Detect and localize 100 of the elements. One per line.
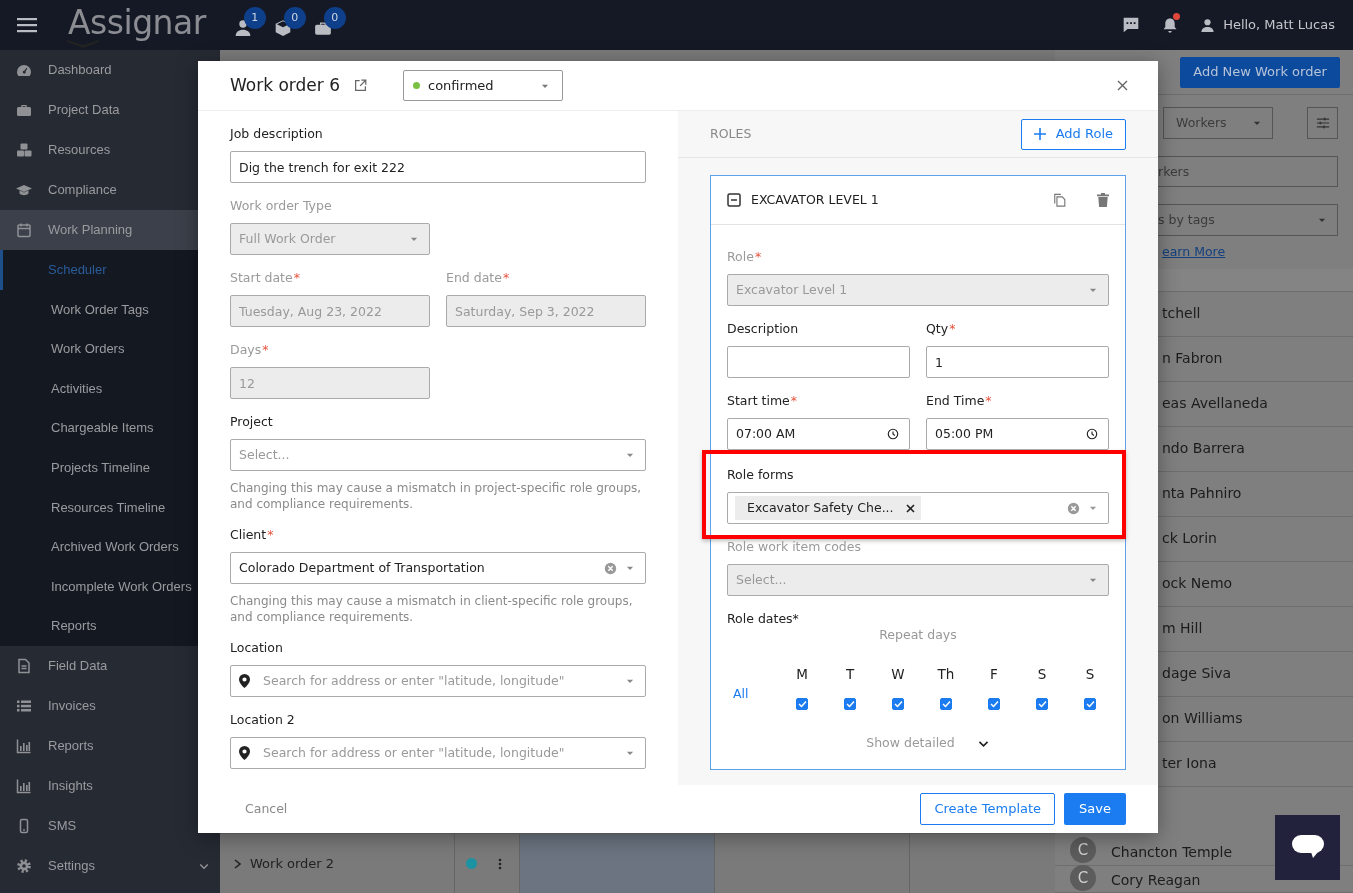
user-icon[interactable] xyxy=(1200,17,1216,33)
checkbox[interactable] xyxy=(892,698,904,711)
filter-select[interactable]: Workers xyxy=(1163,107,1273,139)
checkbox[interactable] xyxy=(1036,698,1048,711)
multi-select-field[interactable]: Excavator Safety Che... xyxy=(727,492,1109,524)
trash-icon[interactable] xyxy=(1097,193,1109,207)
sidebar-item[interactable]: Dashboard xyxy=(0,50,220,90)
section-title: ROLES xyxy=(710,124,752,143)
sidebar-item[interactable]: Compliance xyxy=(0,170,220,210)
time-field[interactable]: 07:00 AM xyxy=(727,418,910,450)
create-template-button[interactable]: Create Template xyxy=(920,793,1056,825)
sidebar-item[interactable]: Field Data xyxy=(0,645,220,686)
bell-icon[interactable] xyxy=(1162,16,1179,34)
plus-icon xyxy=(1033,128,1046,140)
status-select[interactable]: confirmed xyxy=(403,70,563,101)
checkbox[interactable] xyxy=(1084,698,1096,711)
role-title: EXCAVATOR LEVEL 1 xyxy=(751,190,880,209)
worker-name: ock Nemo xyxy=(1162,574,1233,594)
chevron-right-icon[interactable] xyxy=(233,858,241,869)
worker-name: Cory Reagan xyxy=(1111,871,1201,890)
select-all-link[interactable]: All xyxy=(733,684,749,704)
clear-icon[interactable] xyxy=(1067,501,1080,515)
field-label: Role forms xyxy=(727,467,795,483)
select-field[interactable]: Select... xyxy=(230,439,646,471)
gauge-icon xyxy=(16,62,32,78)
add-work-order-button[interactable]: Add New Work order xyxy=(1180,56,1340,88)
field-label: Qty* xyxy=(926,321,957,337)
day-label: S xyxy=(1037,665,1047,684)
filter-settings-button[interactable] xyxy=(1307,107,1338,139)
field-label: Work order Type xyxy=(230,198,333,214)
field-label: Location xyxy=(230,640,284,656)
sidebar-item[interactable]: SMS xyxy=(0,805,220,846)
close-icon[interactable] xyxy=(1117,80,1128,91)
sidebar-item[interactable]: Invoices xyxy=(0,685,220,726)
add-role-button[interactable]: Add Role xyxy=(1020,118,1126,150)
sidebar-item[interactable]: Project Data xyxy=(0,90,220,130)
checkbox[interactable] xyxy=(988,698,1000,711)
clear-icon[interactable] xyxy=(604,561,617,575)
field-label: Job description xyxy=(230,126,324,142)
save-button[interactable]: Save xyxy=(1064,793,1126,825)
document-icon xyxy=(16,657,32,674)
checkbox[interactable] xyxy=(844,698,856,711)
cancel-button[interactable]: Cancel xyxy=(245,799,288,819)
field-label: Description xyxy=(727,321,800,337)
day-label: W xyxy=(891,665,905,684)
remove-icon[interactable] xyxy=(905,503,915,513)
worker-name: nta Pahniro xyxy=(1162,484,1242,504)
show-detailed-toggle[interactable]: Show detailed xyxy=(866,734,955,753)
chat-icon[interactable] xyxy=(1122,16,1141,34)
briefcase-icon xyxy=(16,102,32,118)
worker-name: ndo Barrera xyxy=(1162,439,1245,459)
select-field[interactable]: Colorado Department of Transportation xyxy=(230,552,646,584)
avatar: C xyxy=(1070,837,1096,863)
select-field[interactable]: Search for address or enter "latitude, longitude" xyxy=(230,737,646,769)
count-badge: 1 xyxy=(243,7,266,29)
avatar: C xyxy=(1070,865,1096,891)
field-label: Client* xyxy=(230,527,275,543)
caption-text: Repeat days xyxy=(879,627,957,642)
dialog-title: Work order 6 xyxy=(230,73,340,97)
briefcase-icon[interactable] xyxy=(313,19,332,37)
text-field[interactable] xyxy=(727,346,910,378)
worker-name: n Fabron xyxy=(1162,349,1223,369)
field-label: Role* xyxy=(727,249,763,265)
select-field[interactable]: Search for address or enter "latitude, longitude" xyxy=(230,665,646,697)
help-text: Changing this may cause a mismatch in client-specific role groups, and compliance requirements. xyxy=(230,593,634,625)
sidebar-item[interactable]: Insights xyxy=(0,765,220,806)
bar-chart-icon xyxy=(16,737,32,754)
clock-icon xyxy=(887,428,899,440)
time-field[interactable]: 05:00 PM xyxy=(926,418,1109,450)
settings-icon xyxy=(16,857,32,874)
menu-icon[interactable] xyxy=(16,16,38,34)
chat-button[interactable] xyxy=(1275,815,1340,880)
worker-name: on Williams xyxy=(1162,709,1243,729)
sliders-icon xyxy=(1315,116,1330,130)
checkbox[interactable] xyxy=(940,698,952,711)
clock-icon xyxy=(1086,428,1098,440)
field-label: Start time* xyxy=(727,393,798,409)
sidebar-item[interactable]: Resources xyxy=(0,130,220,170)
worker-name: ter Iona xyxy=(1162,754,1217,774)
location-pin-icon xyxy=(239,674,250,688)
person-icon[interactable] xyxy=(233,19,252,37)
sidebar-item[interactable]: Settings xyxy=(0,845,220,886)
field-label: Start date* xyxy=(230,270,301,286)
checkbox[interactable] xyxy=(796,698,808,711)
field-label: Role work item codes xyxy=(727,539,862,555)
field-label: Role dates* xyxy=(727,611,800,627)
location-pin-icon xyxy=(239,746,250,760)
day-label: F xyxy=(990,665,998,684)
copy-icon[interactable] xyxy=(1053,192,1067,208)
text-field[interactable]: Dig the trench for exit 222 xyxy=(230,151,646,183)
external-link-icon[interactable] xyxy=(354,79,367,92)
collapse-icon[interactable] xyxy=(727,193,741,207)
text-field[interactable]: 1 xyxy=(926,346,1109,378)
count-badge: 0 xyxy=(323,7,346,29)
user-greeting[interactable]: Hello, Matt Lucas xyxy=(1223,15,1335,35)
kebab-menu-icon[interactable] xyxy=(498,857,502,870)
field-label: End Time* xyxy=(926,393,993,409)
count-badge: 0 xyxy=(283,7,306,29)
tag-chip[interactable]: Excavator Safety Che... xyxy=(735,496,921,520)
sidebar-item[interactable]: Reports xyxy=(0,725,220,766)
